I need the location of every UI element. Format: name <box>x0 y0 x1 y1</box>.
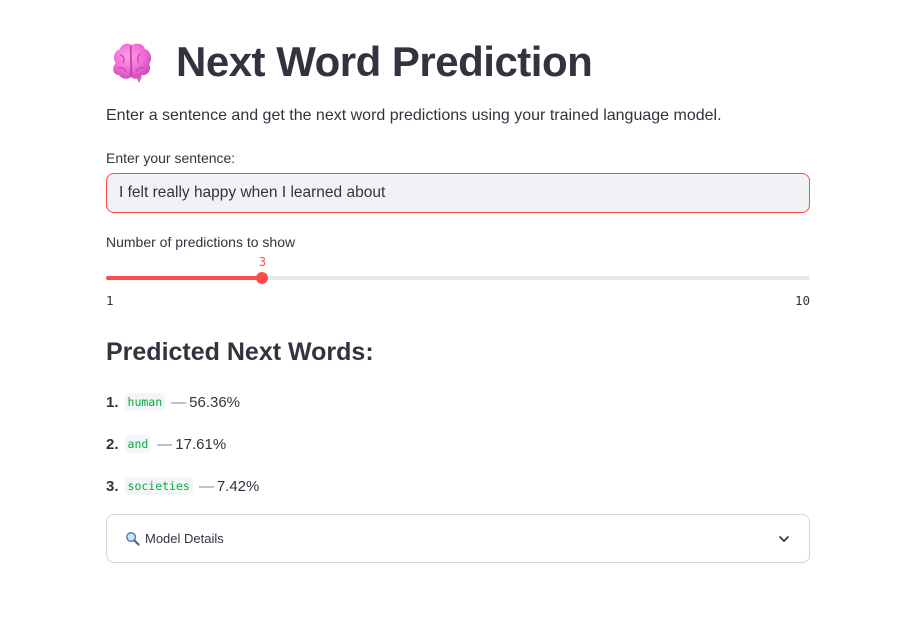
magnifier-icon <box>126 532 140 546</box>
chevron-down-icon[interactable] <box>777 532 791 546</box>
prediction-item: 3. societies — 7.42% <box>106 474 259 498</box>
app-page: Next Word Prediction Enter a sentence an… <box>0 0 906 634</box>
prediction-percent: 17.61% <box>175 435 227 453</box>
title-row: Next Word Prediction <box>106 34 593 90</box>
page-title: Next Word Prediction <box>176 38 593 85</box>
prediction-dash: — <box>157 435 173 453</box>
prediction-rank: 3. <box>106 477 119 495</box>
model-details-expander[interactable]: Model Details <box>106 514 810 563</box>
sentence-input[interactable] <box>106 173 810 213</box>
prediction-item: 1. human — 56.36% <box>106 390 259 414</box>
prediction-rank: 1. <box>106 393 119 411</box>
predictions-list: 1. human — 56.36% 2. and — 17.61% 3. soc… <box>106 390 259 516</box>
slider-value-label: 3 <box>258 255 267 269</box>
page-subtitle: Enter a sentence and get the next word p… <box>106 107 722 124</box>
prediction-dash: — <box>198 477 214 495</box>
prediction-item: 2. and — 17.61% <box>106 432 259 456</box>
slider-min-label: 1 <box>106 293 114 308</box>
prediction-word: human <box>124 393 166 411</box>
slider-max-label: 10 <box>794 293 810 308</box>
slider-fill <box>106 276 263 280</box>
prediction-word: and <box>124 435 152 453</box>
slider-label: Number of predictions to show <box>106 234 296 250</box>
prediction-percent: 56.36% <box>189 393 241 411</box>
prediction-percent: 7.42% <box>216 477 260 495</box>
predictions-heading: Predicted Next Words: <box>106 338 374 366</box>
slider-thumb[interactable] <box>256 272 269 284</box>
prediction-rank: 2. <box>106 435 119 453</box>
expander-label: Model Details <box>145 531 224 546</box>
prediction-word: societies <box>124 477 193 495</box>
slider-track[interactable] <box>106 276 810 280</box>
prediction-dash: — <box>171 393 187 411</box>
brain-icon <box>113 43 152 83</box>
sentence-input-label: Enter your sentence: <box>106 150 236 166</box>
